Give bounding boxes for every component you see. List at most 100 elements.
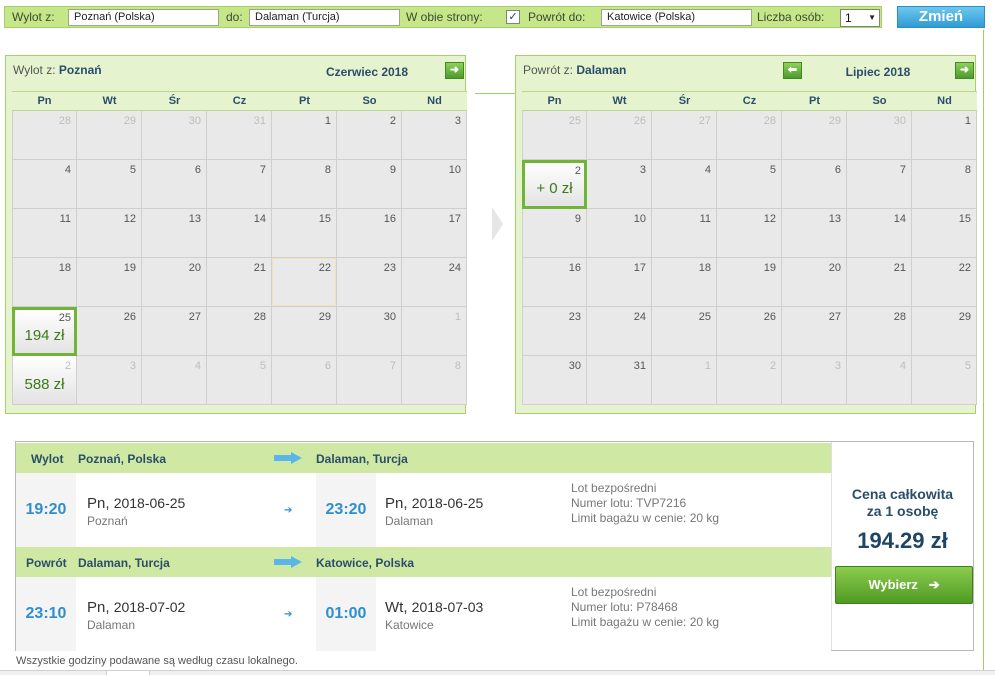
arrow-right-icon[interactable]: ➜ xyxy=(955,62,974,79)
day-cell[interactable]: 2 + 0 zł xyxy=(522,160,587,209)
day-cell[interactable]: 3 xyxy=(402,111,467,160)
arrow-left-icon[interactable]: ⬅ xyxy=(783,62,802,79)
timezone-note: Wszystkie godziny podawane są według cza… xyxy=(16,655,298,667)
choose-button[interactable]: Wybierz ➔ xyxy=(835,566,973,604)
day-cell[interactable]: 20 xyxy=(782,258,847,307)
day-cell[interactable]: 24 xyxy=(587,307,652,356)
day-cell[interactable]: 16 xyxy=(522,258,587,307)
day-cell[interactable]: 3 xyxy=(782,356,847,405)
day-cell[interactable]: 10 xyxy=(402,160,467,209)
day-cell[interactable]: 27 xyxy=(142,307,207,356)
day-cell[interactable]: 31 xyxy=(587,356,652,405)
day-cell[interactable]: 18 xyxy=(652,258,717,307)
day-cell[interactable]: 28 xyxy=(717,111,782,160)
day-cell[interactable]: 14 xyxy=(207,209,272,258)
day-cell[interactable]: 13 xyxy=(782,209,847,258)
day-cell[interactable]: 23 xyxy=(522,307,587,356)
day-cell[interactable]: 17 xyxy=(587,258,652,307)
day-cell[interactable]: 5 xyxy=(717,160,782,209)
day-cell[interactable]: 15 xyxy=(912,209,977,258)
day-cell[interactable]: 16 xyxy=(337,209,402,258)
day-cell[interactable]: 8 xyxy=(912,160,977,209)
day-cell[interactable]: 25 194 zł xyxy=(12,307,77,356)
day-cell[interactable]: 8 xyxy=(272,160,337,209)
day-cell[interactable]: 15 xyxy=(272,209,337,258)
day-cell[interactable]: 28 xyxy=(847,307,912,356)
day-cell[interactable]: 17 xyxy=(402,209,467,258)
day-cell[interactable]: 30 xyxy=(142,111,207,160)
day-cell[interactable]: 28 xyxy=(12,111,77,160)
day-cell[interactable]: 29 xyxy=(912,307,977,356)
day-cell[interactable]: 10 xyxy=(587,209,652,258)
to-input[interactable]: Dalaman (Turcja) xyxy=(249,9,400,26)
roundtrip-checkbox[interactable]: ✓ xyxy=(506,10,520,24)
from-input[interactable]: Poznań (Polska) xyxy=(68,9,219,26)
day-number: 22 xyxy=(958,262,971,274)
day-cell[interactable]: 20 xyxy=(142,258,207,307)
day-cell[interactable]: 30 xyxy=(522,356,587,405)
day-cell[interactable]: 1 xyxy=(402,307,467,356)
day-cell[interactable]: 27 xyxy=(652,111,717,160)
day-cell[interactable]: 30 xyxy=(337,307,402,356)
flight-number: Numer lotu: TVP7216 xyxy=(571,496,687,510)
return-input[interactable]: Katowice (Polska) xyxy=(601,9,752,26)
day-cell[interactable]: 21 xyxy=(847,258,912,307)
day-cell[interactable]: 9 xyxy=(337,160,402,209)
day-cell[interactable]: 4 xyxy=(12,160,77,209)
day-cell[interactable]: 29 xyxy=(782,111,847,160)
day-cell[interactable]: 29 xyxy=(272,307,337,356)
day-cell[interactable]: 25 xyxy=(522,111,587,160)
day-cell[interactable]: 4 xyxy=(142,356,207,405)
day-cell[interactable]: 7 xyxy=(337,356,402,405)
day-cell[interactable]: 29 xyxy=(77,111,142,160)
day-cell[interactable]: 14 xyxy=(847,209,912,258)
day-cell[interactable]: 1 xyxy=(652,356,717,405)
day-cell[interactable]: 6 xyxy=(272,356,337,405)
day-cell[interactable]: 12 xyxy=(717,209,782,258)
day-cell[interactable]: 9 xyxy=(522,209,587,258)
day-cell[interactable]: 30 xyxy=(847,111,912,160)
day-cell[interactable]: 8 xyxy=(402,356,467,405)
day-cell[interactable]: 5 xyxy=(77,160,142,209)
day-cell[interactable]: 18 xyxy=(12,258,77,307)
day-cell[interactable]: 7 xyxy=(847,160,912,209)
scrollbar[interactable] xyxy=(106,670,150,675)
day-cell[interactable]: 26 xyxy=(77,307,142,356)
day-cell[interactable]: 28 xyxy=(207,307,272,356)
day-cell[interactable]: 21 xyxy=(207,258,272,307)
persons-select[interactable]: 1 ▼ xyxy=(840,9,880,27)
day-cell[interactable]: 6 xyxy=(782,160,847,209)
day-cell[interactable]: 2 xyxy=(337,111,402,160)
day-cell[interactable]: 6 xyxy=(142,160,207,209)
day-cell[interactable]: 27 xyxy=(782,307,847,356)
day-cell[interactable]: 24 xyxy=(402,258,467,307)
day-cell[interactable]: 3 xyxy=(77,356,142,405)
day-cell[interactable]: 3 xyxy=(587,160,652,209)
day-cell[interactable]: 1 xyxy=(912,111,977,160)
departure-weekday: Pn, xyxy=(87,495,110,512)
day-cell[interactable]: 13 xyxy=(142,209,207,258)
day-cell[interactable]: 23 xyxy=(337,258,402,307)
day-cell[interactable]: 2 588 zł xyxy=(12,356,77,405)
day-cell[interactable]: 4 xyxy=(652,160,717,209)
day-cell[interactable]: 12 xyxy=(77,209,142,258)
day-cell[interactable]: 11 xyxy=(652,209,717,258)
day-cell[interactable]: 26 xyxy=(587,111,652,160)
day-cell[interactable]: 31 xyxy=(207,111,272,160)
day-cell[interactable]: 5 xyxy=(207,356,272,405)
day-cell[interactable]: 4 xyxy=(847,356,912,405)
day-cell[interactable]: 22 xyxy=(912,258,977,307)
day-cell[interactable]: 26 xyxy=(717,307,782,356)
day-cell[interactable]: 22 xyxy=(272,258,337,307)
day-cell[interactable]: 19 xyxy=(717,258,782,307)
day-cell[interactable]: 1 xyxy=(272,111,337,160)
day-cell[interactable]: 11 xyxy=(12,209,77,258)
change-button[interactable]: Zmień xyxy=(897,6,985,28)
day-cell[interactable]: 25 xyxy=(652,307,717,356)
day-cell[interactable]: 2 xyxy=(717,356,782,405)
day-cell[interactable]: 7 xyxy=(207,160,272,209)
day-number: 27 xyxy=(698,115,711,127)
arrow-right-icon[interactable]: ➜ xyxy=(445,62,464,79)
day-cell[interactable]: 5 xyxy=(912,356,977,405)
day-cell[interactable]: 19 xyxy=(77,258,142,307)
